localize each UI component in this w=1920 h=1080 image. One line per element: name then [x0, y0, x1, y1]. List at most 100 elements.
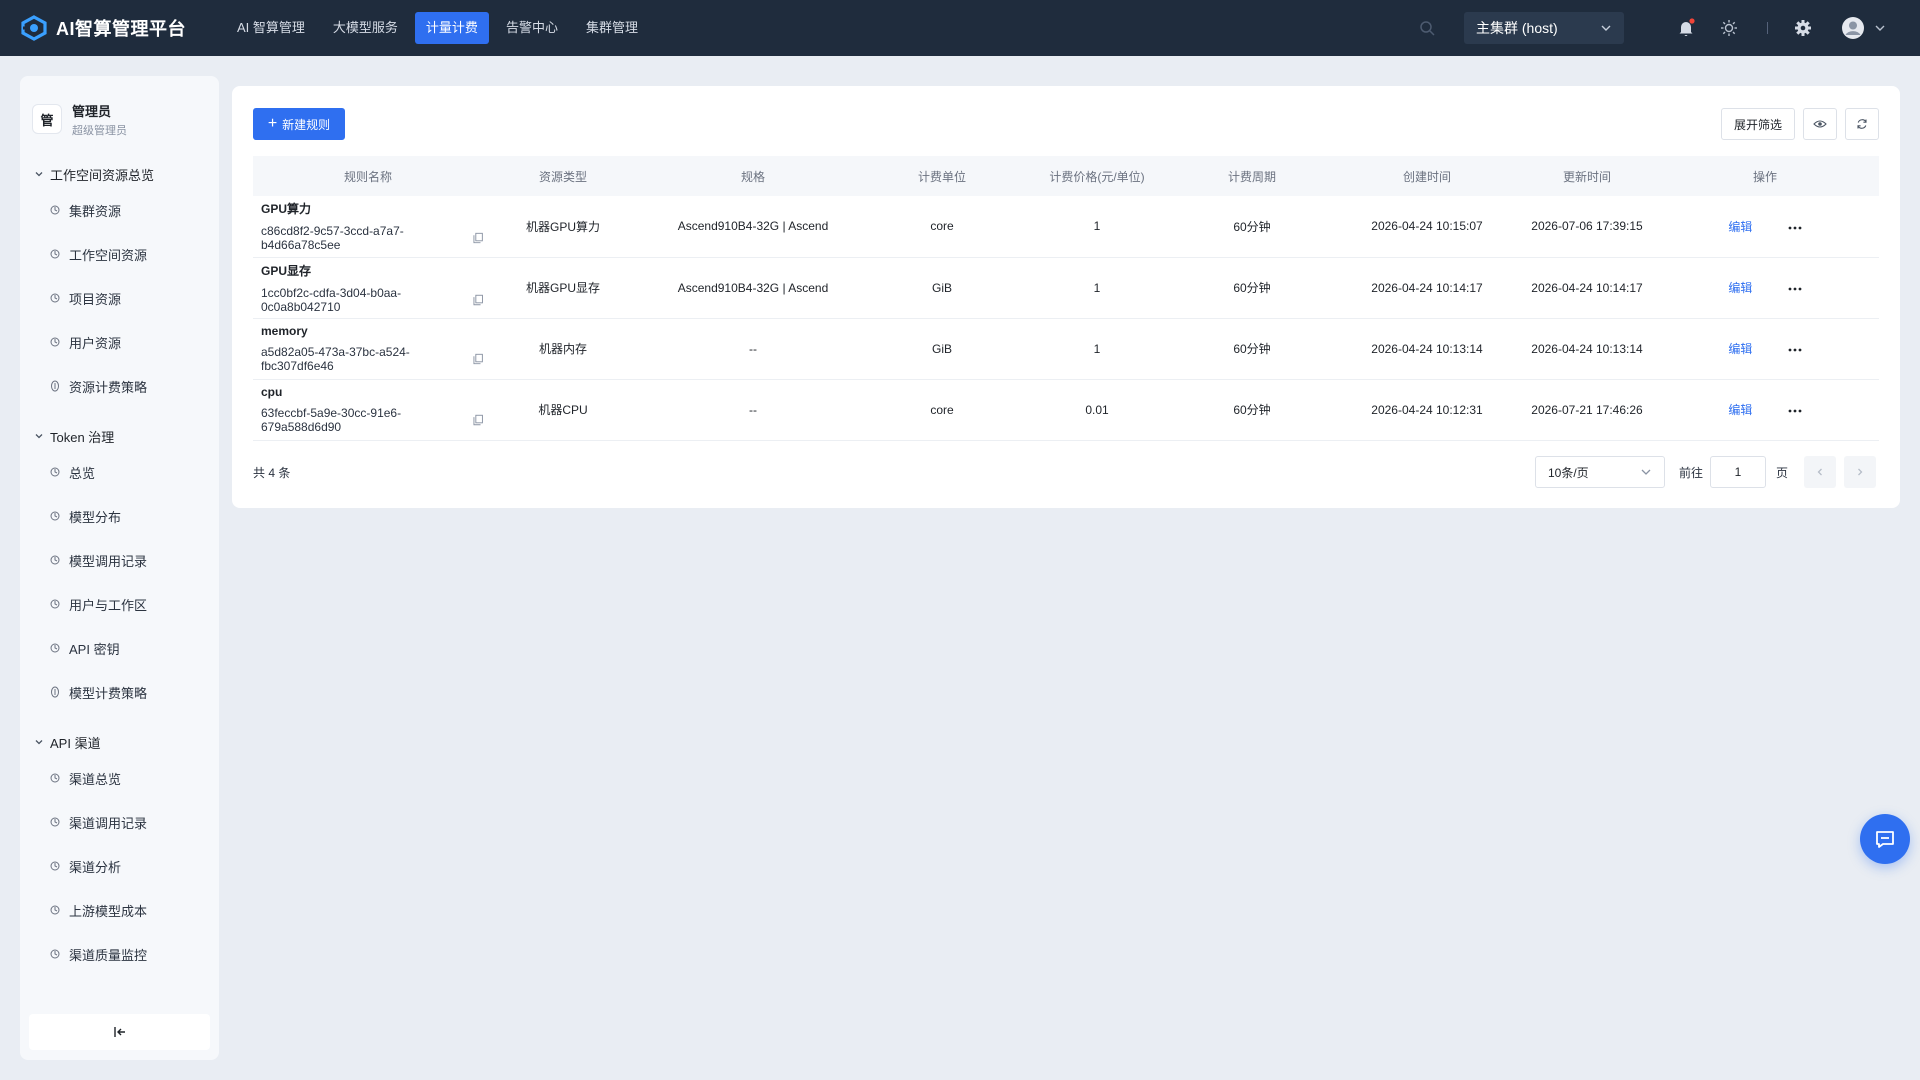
sidebar-item-api-keys[interactable]: API 密钥	[20, 626, 219, 670]
edit-link[interactable]: 编辑	[1728, 342, 1752, 356]
cluster-select[interactable]: 主集群 (host)	[1464, 12, 1624, 44]
sidebar-item-project-resources[interactable]: 项目资源	[20, 276, 219, 320]
copy-icon[interactable]	[473, 232, 483, 244]
updated-cell: 2026-07-06 17:39:15	[1523, 196, 1651, 258]
expand-filter-button[interactable]: 展开筛选	[1721, 108, 1795, 140]
price-cell: 0.01	[1021, 379, 1173, 441]
group-head-token[interactable]: Token 治理	[20, 422, 219, 450]
menu-dot-icon	[50, 949, 60, 959]
sidebar-item-user-resources[interactable]: 用户资源	[20, 320, 219, 364]
created-cell: 2026-04-24 10:13:14	[1331, 318, 1523, 380]
sidebar-item-channel-analysis[interactable]: 渠道分析	[20, 844, 219, 888]
chat-assistant-button[interactable]	[1860, 814, 1910, 864]
created-cell: 2026-04-24 10:12:31	[1331, 379, 1523, 441]
bell-icon[interactable]	[1675, 17, 1697, 39]
more-icon[interactable]	[1788, 226, 1802, 230]
unit-cell: GiB	[863, 318, 1021, 380]
eye-icon	[1813, 120, 1827, 128]
nav-ai-compute[interactable]: AI 智算管理	[226, 12, 316, 44]
updated-cell: 2026-07-21 17:46:26	[1523, 379, 1651, 441]
edit-link[interactable]: 编辑	[1728, 281, 1752, 295]
coin-icon	[51, 686, 59, 698]
collapse-left-icon	[113, 1027, 125, 1037]
chevron-down-icon[interactable]	[1873, 21, 1887, 35]
menu-dot-icon	[50, 643, 60, 653]
more-icon[interactable]	[1788, 348, 1802, 352]
page-size-select[interactable]: 10条/页	[1535, 456, 1665, 488]
user-role: 超级管理员	[72, 124, 127, 137]
table-row: GPU算力 c86cd8f2-9c57-3ccd-a7a7-b4d66a78c5…	[253, 196, 1879, 258]
sidebar-item-cluster-resources[interactable]: 集群资源	[20, 188, 219, 232]
user-avatar-icon[interactable]	[1841, 16, 1865, 40]
resource-type-cell: 机器内存	[483, 318, 643, 380]
created-cell: 2026-04-24 10:14:17	[1331, 257, 1523, 319]
nav-cluster-management[interactable]: 集群管理	[575, 12, 649, 44]
nav-alert-center[interactable]: 告警中心	[495, 12, 569, 44]
gear-icon[interactable]	[1792, 17, 1814, 39]
new-rule-button[interactable]: + 新建规则	[253, 108, 345, 140]
sidebar-item-workspace-resources[interactable]: 工作空间资源	[20, 232, 219, 276]
copy-icon[interactable]	[473, 414, 483, 426]
spec-cell: Ascend910B4-32G | Ascend	[643, 257, 863, 319]
chevron-right-icon	[1858, 468, 1863, 476]
sidebar-item-model-distribution[interactable]: 模型分布	[20, 494, 219, 538]
price-cell: 1	[1021, 257, 1173, 319]
chevron-down-icon	[1641, 469, 1651, 475]
sidebar-item-channel-call-records[interactable]: 渠道调用记录	[20, 800, 219, 844]
table-header-row: 规则名称 资源类型 规格 计费单位 计费价格(元/单位) 计费周期 创建时间 更…	[253, 156, 1879, 196]
brand[interactable]: AI智算管理平台	[20, 15, 210, 41]
more-icon[interactable]	[1788, 409, 1802, 413]
column-header-billing-unit: 计费单位	[863, 156, 1021, 196]
group-head-workspace[interactable]: 工作空间资源总览	[20, 160, 219, 188]
period-cell: 60分钟	[1173, 379, 1331, 441]
prev-page-button[interactable]	[1804, 456, 1836, 488]
nav-billing[interactable]: 计量计费	[414, 12, 489, 44]
rule-name: GPU显存	[261, 263, 312, 278]
copy-icon[interactable]	[473, 353, 483, 365]
rule-name: cpu	[261, 385, 283, 399]
sidebar-item-model-call-records[interactable]: 模型调用记录	[20, 538, 219, 582]
sidebar-item-resource-billing-policy[interactable]: 资源计费策略	[20, 364, 219, 408]
coin-icon	[51, 380, 59, 392]
menu-group-token: Token 治理 总览 模型分布 模型调用记录 用户与工作区 API 密钥 模型…	[20, 422, 219, 714]
chevron-down-icon	[35, 434, 43, 439]
next-page-button[interactable]	[1844, 456, 1876, 488]
user-name: 管理员	[72, 103, 112, 119]
column-visibility-button[interactable]	[1803, 108, 1837, 140]
sidebar: 管 管理员 超级管理员 工作空间资源总览 集群资源 工作空间资源 项目资源 用户…	[20, 76, 219, 1060]
period-cell: 60分钟	[1173, 196, 1331, 258]
table-row: GPU显存 1cc0bf2c-cdfa-3d04-b0aa-0c0a8b0427…	[253, 257, 1879, 319]
app-title: AI智算管理平台	[56, 19, 186, 39]
copy-icon[interactable]	[473, 294, 483, 306]
rule-id: a5d82a05-473a-37bc-a524-fbc307df6e46	[261, 345, 410, 373]
refresh-button[interactable]	[1845, 108, 1879, 140]
group-head-api-channels[interactable]: API 渠道	[20, 728, 219, 756]
search-icon[interactable]	[1418, 19, 1436, 37]
menu-dot-icon	[50, 555, 60, 565]
edit-link[interactable]: 编辑	[1728, 403, 1752, 417]
created-cell: 2026-04-24 10:15:07	[1331, 196, 1523, 258]
sidebar-item-users-workspaces[interactable]: 用户与工作区	[20, 582, 219, 626]
period-cell: 60分钟	[1173, 318, 1331, 380]
rule-id: 1cc0bf2c-cdfa-3d04-b0aa-0c0a8b042710	[261, 285, 402, 314]
sidebar-item-upstream-model-cost[interactable]: 上游模型成本	[20, 888, 219, 932]
menu-dot-icon	[50, 599, 60, 609]
sidebar-item-overview[interactable]: 总览	[20, 450, 219, 494]
edit-link[interactable]: 编辑	[1728, 220, 1752, 234]
sidebar-item-model-billing-policy[interactable]: 模型计费策略	[20, 670, 219, 714]
menu-dot-icon	[50, 467, 60, 477]
more-icon[interactable]	[1788, 287, 1802, 291]
sun-icon[interactable]	[1718, 17, 1740, 39]
nav-llm-service[interactable]: 大模型服务	[322, 12, 409, 44]
page-number-input[interactable]	[1710, 456, 1766, 488]
column-header-spec: 规格	[643, 156, 863, 196]
chevron-down-icon	[1601, 25, 1611, 31]
unit-cell: core	[863, 379, 1021, 441]
goto-label: 前往	[1679, 466, 1704, 480]
chevron-down-icon	[35, 740, 43, 745]
cluster-select-value: 主集群 (host)	[1476, 20, 1558, 36]
spec-cell: --	[643, 379, 863, 441]
sidebar-item-channel-overview[interactable]: 渠道总览	[20, 756, 219, 800]
collapse-sidebar-button[interactable]	[29, 1014, 210, 1050]
column-header-actions: 操作	[1651, 156, 1879, 196]
